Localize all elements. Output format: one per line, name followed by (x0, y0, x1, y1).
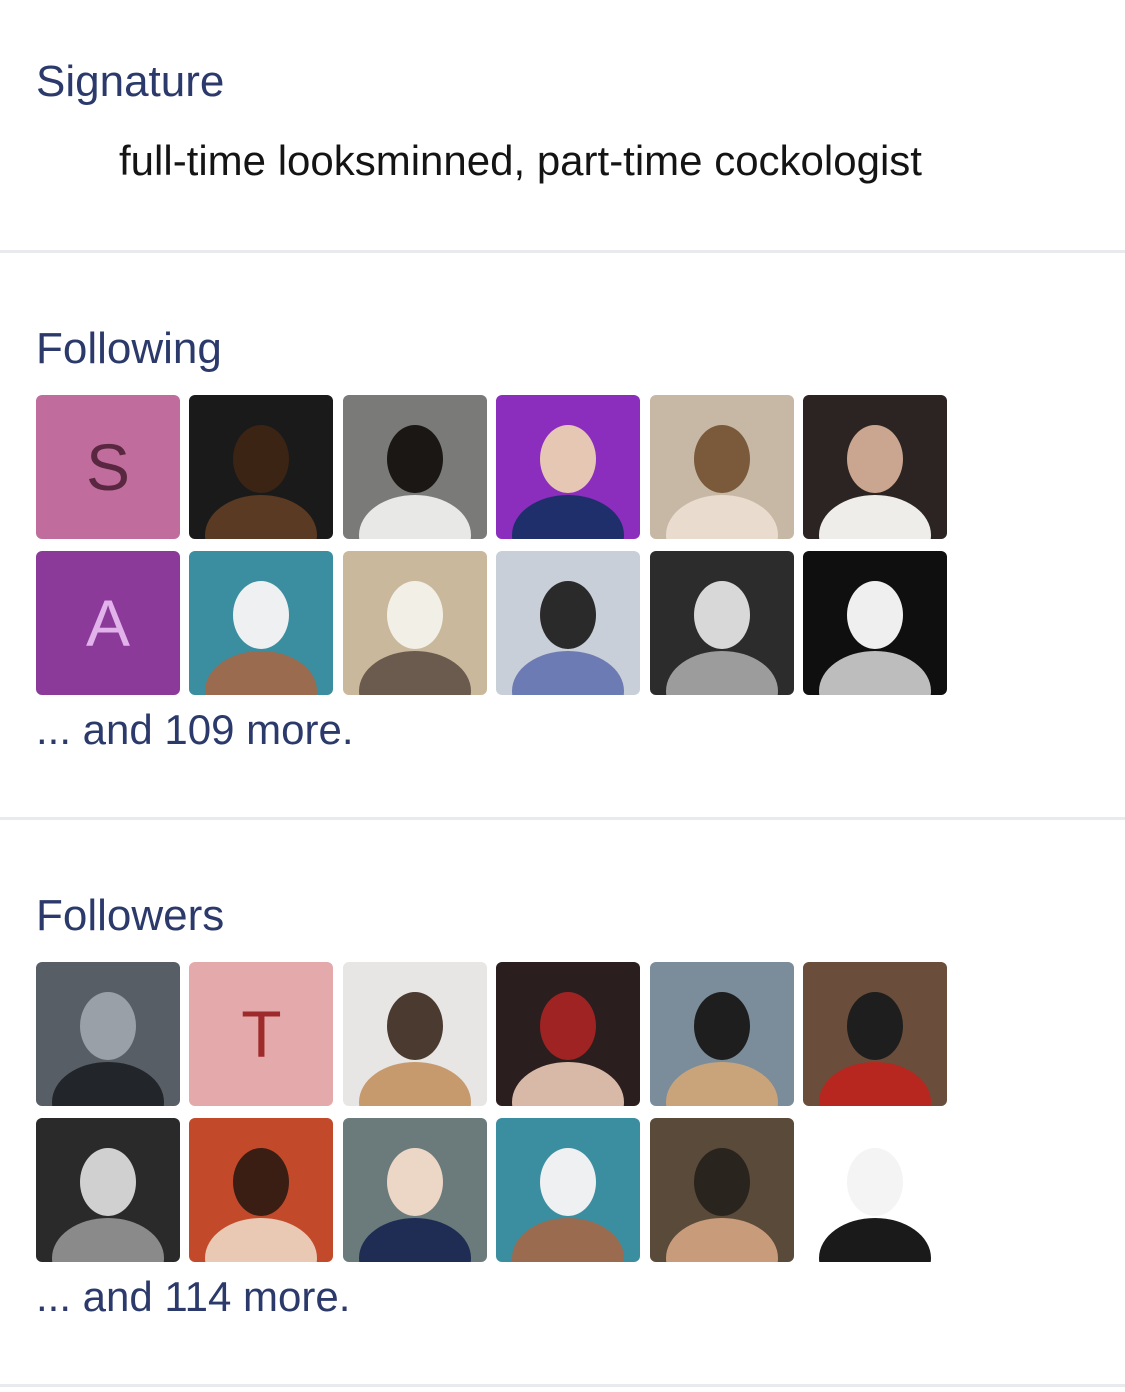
person-car-seat-photo (649, 395, 794, 539)
avatar-letter: T (241, 997, 282, 1071)
user-avatar[interactable] (342, 551, 487, 695)
person-white-shirt-photo (802, 395, 947, 539)
person-holding-paper-photo (496, 1118, 641, 1262)
followers-more-link[interactable]: ... and 114 more. (36, 1276, 350, 1318)
following-avatar-grid: SA (36, 395, 947, 695)
signature-section: Signature full-time looksminned, part-ti… (0, 0, 1125, 252)
user-avatar[interactable] (649, 962, 794, 1106)
following-section: Following SA ... and 109 more. (0, 253, 1125, 818)
cartoon-profile-face-photo (189, 395, 334, 539)
signature-heading: Signature (36, 57, 225, 106)
following-more-link[interactable]: ... and 109 more. (36, 709, 354, 751)
section-divider (0, 1384, 1125, 1387)
puppy-bowtie-photo (342, 962, 487, 1106)
person-white-cap-photo (342, 395, 487, 539)
user-avatar[interactable] (36, 1118, 180, 1262)
avatar-letter: A (85, 586, 131, 660)
person-neon-purple-photo (496, 395, 641, 539)
user-avatar[interactable] (802, 395, 947, 539)
person-glasses-red-shirt-photo (802, 962, 947, 1106)
user-avatar[interactable] (802, 551, 947, 695)
user-avatar[interactable] (649, 1118, 794, 1262)
man-cigar-photo (649, 1118, 794, 1262)
person-red-carpet-photo (189, 1118, 334, 1262)
user-avatar[interactable] (649, 395, 794, 539)
bw-smoking-man-photo (36, 1118, 180, 1262)
user-avatar[interactable] (189, 551, 334, 695)
signature-text: full-time looksminned, part-time cockolo… (119, 137, 922, 184)
user-avatar[interactable] (496, 962, 641, 1106)
anime-character-photo (496, 962, 641, 1106)
user-avatar[interactable] (342, 395, 487, 539)
meme-face-drawing (802, 1118, 947, 1262)
followers-heading: Followers (36, 891, 225, 940)
person-holding-paper-photo (189, 551, 334, 695)
penguin-loading-photo (496, 551, 641, 695)
user-avatar[interactable] (802, 1118, 947, 1262)
user-avatar[interactable] (36, 962, 180, 1106)
user-avatar[interactable] (496, 551, 641, 695)
user-avatar[interactable] (649, 551, 794, 695)
followers-section: Followers T ... and 114 more. (0, 820, 1125, 1385)
following-heading: Following (36, 324, 222, 373)
user-avatar[interactable]: T (189, 962, 334, 1106)
bearded-scholar-painting (342, 551, 487, 695)
bw-portrait-photo (802, 551, 947, 695)
user-avatar[interactable]: S (36, 395, 180, 539)
user-avatar[interactable] (802, 962, 947, 1106)
person-straw-hat-cat-photo (649, 962, 794, 1106)
pig-night-camera-photo (649, 551, 794, 695)
helicopter-sports-car-photo (36, 962, 180, 1106)
user-avatar[interactable] (496, 1118, 641, 1262)
user-avatar[interactable]: A (36, 551, 180, 695)
avatar-letter: S (85, 430, 131, 504)
user-avatar[interactable] (189, 395, 334, 539)
followers-avatar-grid: T (36, 962, 947, 1262)
smiling-man-suit-photo (342, 1118, 487, 1262)
user-avatar[interactable] (496, 395, 641, 539)
user-avatar[interactable] (189, 1118, 334, 1262)
user-avatar[interactable] (342, 962, 487, 1106)
user-avatar[interactable] (342, 1118, 487, 1262)
